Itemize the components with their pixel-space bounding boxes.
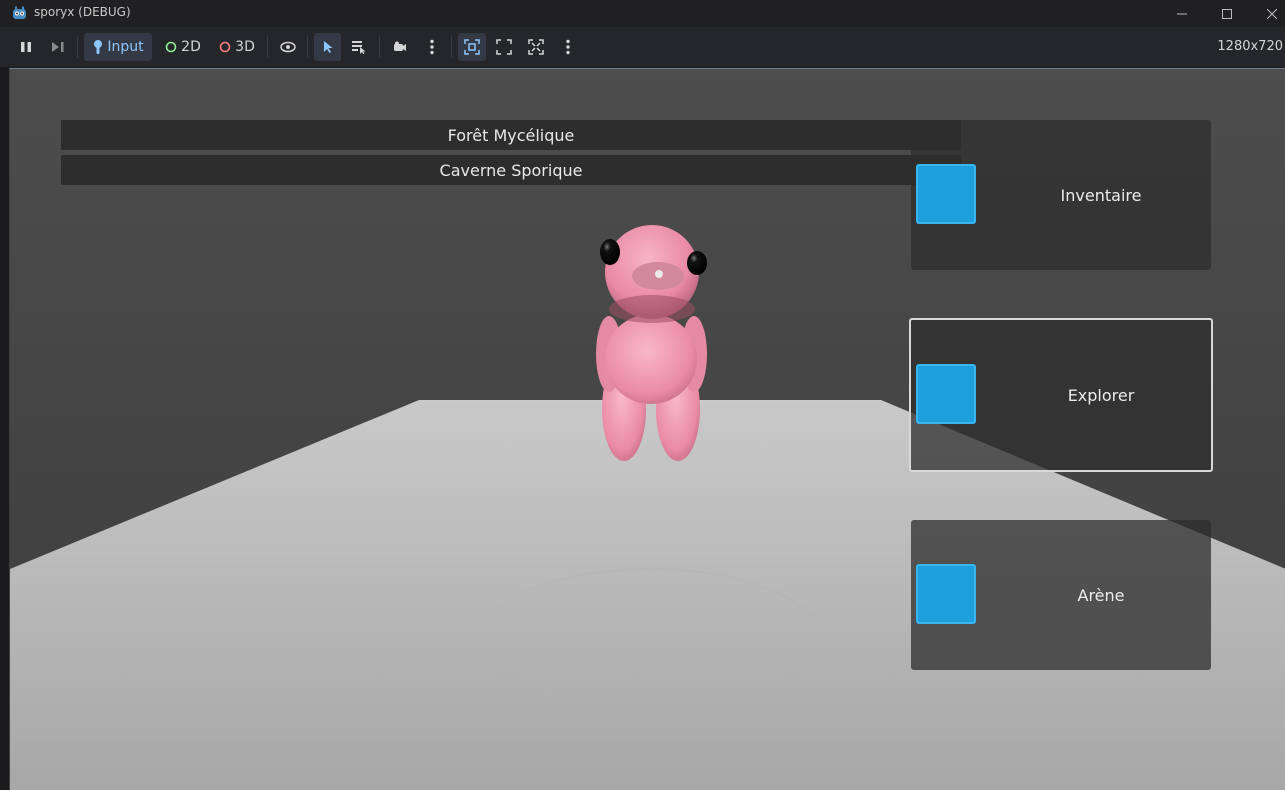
location-button-caverne[interactable]: Caverne Sporique	[61, 155, 961, 185]
inventaire-icon	[916, 164, 976, 224]
minimize-button[interactable]	[1159, 0, 1205, 27]
keep-aspect-button[interactable]	[492, 33, 516, 61]
stretch-button[interactable]	[524, 33, 548, 61]
step-frame-button[interactable]	[46, 33, 70, 61]
kebab-menu-icon	[566, 39, 570, 55]
resolution-label: 1280x720	[1217, 39, 1283, 54]
camera-options-button[interactable]	[421, 33, 443, 61]
list-select-button[interactable]	[346, 33, 372, 61]
toolbar-separator	[379, 36, 380, 58]
toolbar-separator	[451, 36, 452, 58]
window-title: sporyx (DEBUG)	[34, 5, 131, 19]
debug-toolbar: Input 2D 3D 1280x720	[0, 27, 1285, 67]
menu-panel-label: Explorer	[1067, 385, 1135, 405]
maximize-button[interactable]	[1204, 0, 1250, 27]
list-select-icon	[352, 41, 366, 54]
mode-2d-button[interactable]: 2D	[160, 33, 206, 61]
pause-icon	[21, 42, 31, 52]
mode-3d-button[interactable]: 3D	[214, 33, 260, 61]
close-icon	[1267, 8, 1277, 19]
input-mode-button[interactable]: Input	[84, 33, 152, 61]
visibility-button[interactable]	[275, 33, 301, 61]
pause-button[interactable]	[14, 33, 38, 61]
close-button[interactable]	[1249, 0, 1285, 27]
input-mode-label: Input	[107, 39, 144, 55]
menu-panel-arene[interactable]: Arène	[911, 520, 1211, 670]
toolbar-separator	[77, 36, 78, 58]
mode-3d-label: 3D	[235, 39, 255, 55]
cursor-arrow-icon	[323, 41, 332, 53]
camera-icon	[394, 41, 406, 51]
circle-3d-icon	[219, 41, 231, 53]
eye-icon	[280, 41, 296, 53]
keep-aspect-icon	[496, 39, 512, 55]
stretch-icon	[528, 39, 544, 55]
maximize-icon	[1222, 8, 1232, 19]
location-button-foret[interactable]: Forêt Mycélique	[61, 120, 961, 150]
creature-neck-shadow	[609, 295, 695, 323]
minimize-icon	[1177, 13, 1187, 14]
toolbar-separator	[307, 36, 308, 58]
embed-fixed-size-button[interactable]	[458, 33, 486, 61]
mode-2d-label: 2D	[181, 39, 201, 55]
toolbar-separator	[267, 36, 268, 58]
camera-override-button[interactable]	[387, 33, 413, 61]
circle-2d-icon	[165, 41, 177, 53]
godot-app-icon	[13, 6, 26, 19]
joystick-icon	[94, 40, 103, 54]
arene-icon	[916, 564, 976, 624]
next-frame-icon	[52, 42, 64, 52]
game-viewport[interactable]: Forêt Mycélique Caverne Sporique Inventa…	[9, 68, 1285, 790]
menu-panel-inventaire[interactable]: Inventaire	[911, 120, 1211, 270]
menu-panel-label: Inventaire	[1060, 185, 1142, 205]
creature-torso	[605, 314, 697, 404]
menu-panel-label: Arène	[1077, 585, 1125, 605]
window-titlebar: sporyx (DEBUG)	[0, 0, 1285, 27]
creature-left-eye	[600, 239, 620, 265]
fixed-size-icon	[464, 39, 480, 55]
creature-nose	[655, 270, 663, 278]
explorer-icon	[916, 364, 976, 424]
embed-options-button[interactable]	[557, 33, 579, 61]
kebab-menu-icon	[430, 39, 434, 55]
select-tool-button[interactable]	[314, 33, 341, 61]
menu-panel-explorer[interactable]: Explorer	[909, 318, 1213, 472]
creature-right-eye	[687, 251, 707, 275]
